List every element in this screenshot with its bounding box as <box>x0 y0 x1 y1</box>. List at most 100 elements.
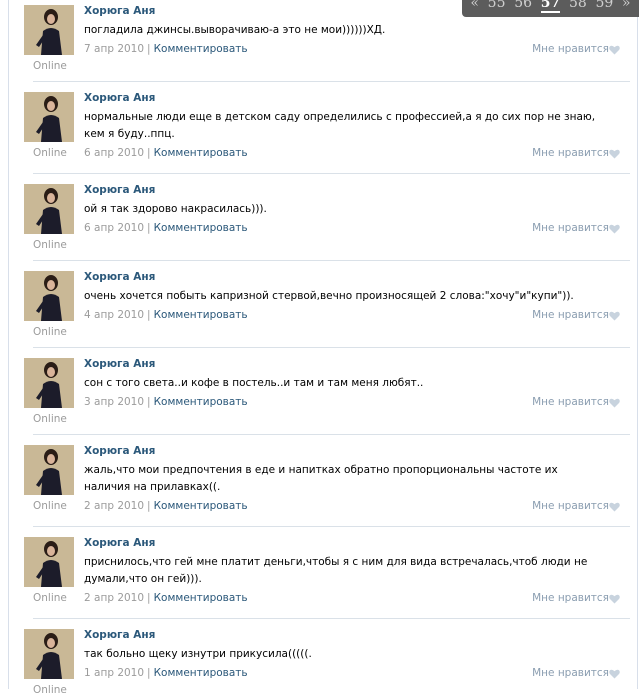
post-date: 7 апр 2010 <box>84 43 145 55</box>
avatar[interactable] <box>24 184 74 234</box>
like-button[interactable]: Мне нравится <box>532 396 609 408</box>
post-meta: 2 апр 2010 | Комментировать <box>84 592 248 604</box>
pager-prev-button[interactable]: « <box>470 0 479 10</box>
post-date: 1 апр 2010 <box>84 667 145 679</box>
comment-link[interactable]: Комментировать <box>154 592 248 604</box>
post-date: 6 апр 2010 <box>84 147 145 159</box>
avatar-photo-icon <box>24 537 74 587</box>
author-name[interactable]: Хорюга Аня <box>84 358 155 370</box>
post-date: 4 апр 2010 <box>84 309 145 321</box>
online-status: Online <box>33 413 67 425</box>
pager-page-58[interactable]: 58 <box>569 0 587 10</box>
post-date: 6 апр 2010 <box>84 222 145 234</box>
post-divider <box>33 173 630 174</box>
post-text: ой я так здорово накрасилась))). <box>84 203 267 215</box>
heart-icon[interactable] <box>609 669 620 679</box>
comment-link[interactable]: Комментировать <box>154 500 248 512</box>
like-button[interactable]: Мне нравится <box>532 500 609 512</box>
post-divider <box>33 347 630 348</box>
like-button[interactable]: Мне нравится <box>532 667 609 679</box>
online-status: Online <box>33 592 67 604</box>
comment-link[interactable]: Комментировать <box>154 396 248 408</box>
comment-link[interactable]: Комментировать <box>154 43 248 55</box>
avatar-photo-icon <box>24 5 74 55</box>
post-date: 2 апр 2010 <box>84 592 145 604</box>
avatar-photo-icon <box>24 629 74 679</box>
comment-link[interactable]: Комментировать <box>154 147 248 159</box>
author-name[interactable]: Хорюга Аня <box>84 5 155 17</box>
post-meta: 6 апр 2010 | Комментировать <box>84 222 248 234</box>
avatar[interactable] <box>24 629 74 679</box>
author-name[interactable]: Хорюга Аня <box>84 92 155 104</box>
post-text: нормальные люди еще в детском саду опред… <box>84 111 596 140</box>
online-status: Online <box>33 326 67 338</box>
meta-separator: | <box>147 147 151 159</box>
meta-separator: | <box>147 222 151 234</box>
post-text: сон с того света..и кофе в постель..и та… <box>84 377 424 389</box>
author-name[interactable]: Хорюга Аня <box>84 537 155 549</box>
avatar[interactable] <box>24 92 74 142</box>
post-text: приснилось,что гей мне платит деньги,что… <box>84 556 588 585</box>
pager-page-56[interactable]: 56 <box>514 0 532 10</box>
post-text: так больно щеку изнутри прикусила(((((. <box>84 648 312 660</box>
post-divider <box>33 526 630 527</box>
avatar[interactable] <box>24 445 74 495</box>
meta-separator: | <box>147 309 151 321</box>
avatar[interactable] <box>24 358 74 408</box>
like-button[interactable]: Мне нравится <box>532 147 609 159</box>
heart-icon[interactable] <box>609 502 620 512</box>
like-button[interactable]: Мне нравится <box>532 309 609 321</box>
online-status: Online <box>33 239 67 251</box>
heart-icon[interactable] <box>609 311 620 321</box>
meta-separator: | <box>147 43 151 55</box>
pager-page-55[interactable]: 55 <box>488 0 506 10</box>
avatar-photo-icon <box>24 358 74 408</box>
like-button[interactable]: Мне нравится <box>532 43 609 55</box>
post-text: погладила джинсы.выворачиваю-а это не мо… <box>84 24 386 36</box>
meta-separator: | <box>147 667 151 679</box>
meta-separator: | <box>147 592 151 604</box>
post-meta: 6 апр 2010 | Комментировать <box>84 147 248 159</box>
online-status: Online <box>33 60 67 72</box>
online-status: Online <box>33 147 67 159</box>
comment-link[interactable]: Комментировать <box>154 667 248 679</box>
author-name[interactable]: Хорюга Аня <box>84 271 155 283</box>
post-meta: 1 апр 2010 | Комментировать <box>84 667 248 679</box>
avatar-photo-icon <box>24 445 74 495</box>
post-divider <box>33 260 630 261</box>
post-meta: 4 апр 2010 | Комментировать <box>84 309 248 321</box>
online-status: Online <box>33 500 67 512</box>
like-button[interactable]: Мне нравится <box>532 222 609 234</box>
author-name[interactable]: Хорюга Аня <box>84 629 155 641</box>
comment-link[interactable]: Комментировать <box>154 222 248 234</box>
post-text: очень хочется побыть капризной стервой,в… <box>84 290 574 302</box>
post-divider <box>33 434 630 435</box>
heart-icon[interactable] <box>609 224 620 234</box>
avatar-photo-icon <box>24 184 74 234</box>
comment-link[interactable]: Комментировать <box>154 309 248 321</box>
online-status: Online <box>33 684 67 696</box>
post-meta: 7 апр 2010 | Комментировать <box>84 43 248 55</box>
heart-icon[interactable] <box>609 149 620 159</box>
pager-next-button[interactable]: » <box>622 0 631 10</box>
frame-left-border <box>8 0 9 689</box>
author-name[interactable]: Хорюга Аня <box>84 184 155 196</box>
avatar[interactable] <box>24 537 74 587</box>
meta-separator: | <box>147 500 151 512</box>
heart-icon[interactable] <box>609 594 620 604</box>
like-button[interactable]: Мне нравится <box>532 592 609 604</box>
heart-icon[interactable] <box>609 45 620 55</box>
post-divider <box>33 81 630 82</box>
avatar[interactable] <box>24 271 74 321</box>
heart-icon[interactable] <box>609 398 620 408</box>
post-date: 3 апр 2010 <box>84 396 145 408</box>
post-text: жаль,что мои предпочтения в еде и напитк… <box>84 464 558 493</box>
author-name[interactable]: Хорюга Аня <box>84 445 155 457</box>
post-date: 2 апр 2010 <box>84 500 145 512</box>
pager-page-59[interactable]: 59 <box>596 0 614 10</box>
avatar-photo-icon <box>24 92 74 142</box>
pager-page-current[interactable]: 57 <box>540 0 561 13</box>
post-meta: 3 апр 2010 | Комментировать <box>84 396 248 408</box>
avatar[interactable] <box>24 5 74 55</box>
post-divider <box>33 618 630 619</box>
